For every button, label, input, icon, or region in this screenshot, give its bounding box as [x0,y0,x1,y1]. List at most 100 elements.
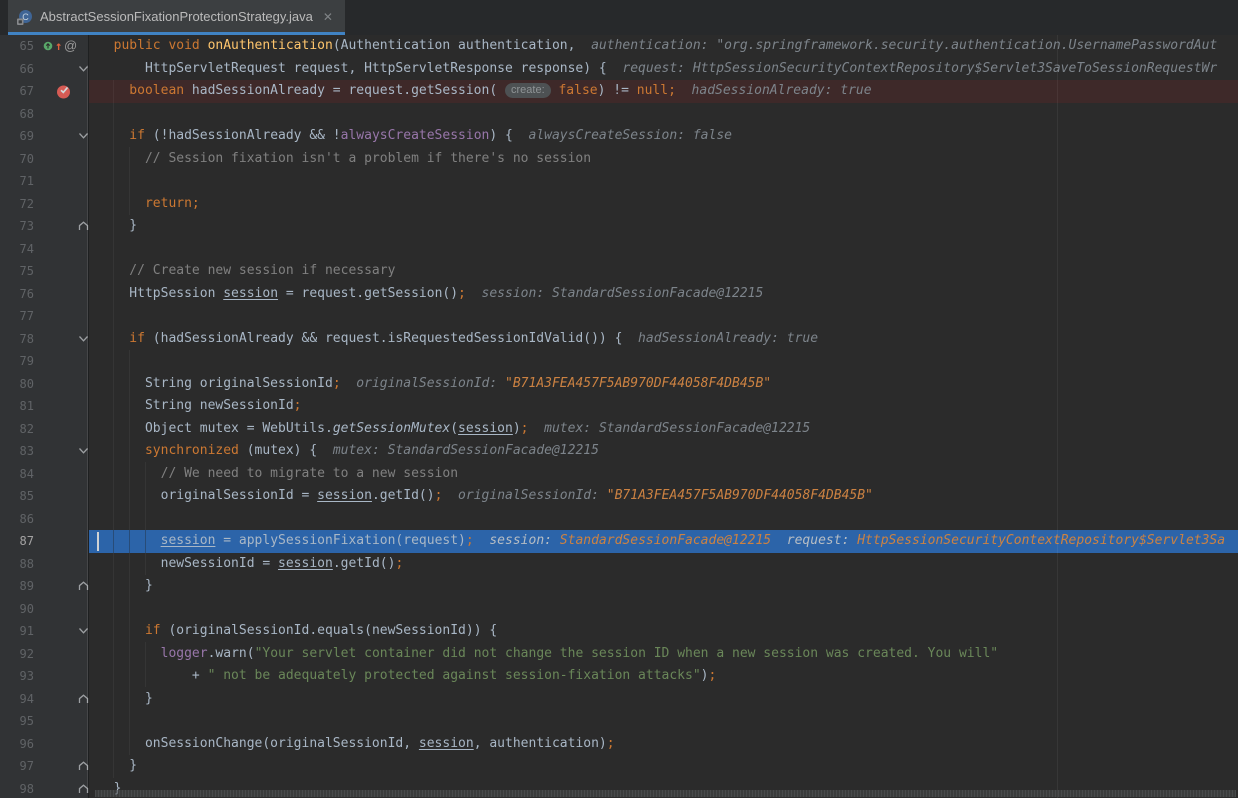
code-line[interactable]: 77 [0,305,1238,328]
code-token: (Authentication authentication, [333,38,576,53]
debug-inline-hint: hadSessionAlready: true [676,83,872,98]
code-text: boolean hadSessionAlready = request.getS… [98,80,872,103]
code-text: } [98,575,153,598]
code-line[interactable]: 82 Object mutex = WebUtils.getSessionMut… [0,418,1238,441]
code-line[interactable]: 83 synchronized (mutex) { mutex: Standar… [0,440,1238,463]
code-line[interactable]: 92 logger.warn("Your servlet container d… [0,643,1238,666]
code-line[interactable]: 84 // We need to migrate to a new sessio… [0,463,1238,486]
code-line[interactable]: 89 } [0,575,1238,598]
tab-abstract-session-fixation[interactable]: C AbstractSessionFixationProtectionStrat… [8,0,345,35]
code-line[interactable]: 80 String originalSessionId; originalSes… [0,373,1238,396]
code-line[interactable]: 68 [0,103,1238,126]
code-line[interactable]: 85 originalSessionId = session.getId(); … [0,485,1238,508]
code-line[interactable]: 75 // Create new session if necessary [0,260,1238,283]
fold-open-icon[interactable] [78,328,89,351]
code-line[interactable]: 88 newSessionId = session.getId(); [0,553,1238,576]
gutter: 72 [0,193,89,216]
debug-inline-hint: HttpSessionSecurityContextRepository$Ser… [857,533,1225,548]
code-token: (originalSessionId.equals(newSessionId))… [161,623,498,638]
code-line[interactable]: 78 if (hadSessionAlready && request.isRe… [0,328,1238,351]
code-line[interactable]: 96 onSessionChange(originalSessionId, se… [0,733,1238,756]
line-number: 71 [0,170,34,193]
horizontal-scrollbar[interactable] [95,790,1236,797]
line-number: 93 [0,665,34,688]
code-line[interactable]: 86 [0,508,1238,531]
fold-end-icon[interactable] [78,215,89,238]
fold-open-icon[interactable] [78,125,89,148]
code-token: = applySessionFixation(request) [215,533,465,548]
line-number: 79 [0,350,34,373]
code-line[interactable]: 72 return; [0,193,1238,216]
gutter: 65↑@ [0,35,89,58]
code-token: // Session fixation isn't a problem if t… [98,151,591,166]
code-token: getSessionMutex [333,421,450,436]
code-line[interactable]: 91 if (originalSessionId.equals(newSessi… [0,620,1238,643]
code-text: return; [98,193,200,216]
fold-end-icon[interactable] [78,778,89,798]
line-number: 77 [0,305,34,328]
override-arrow-icon[interactable]: ↑ [55,35,62,58]
code-token: .getId() [372,488,435,503]
code-line[interactable]: 79 [0,350,1238,373]
code-line[interactable]: 66 HttpServletRequest request, HttpServl… [0,58,1238,81]
code-line[interactable]: 65↑@ public void onAuthentication(Authen… [0,35,1238,58]
code-line[interactable]: 93 + " not be adequately protected again… [0,665,1238,688]
code-token: + [98,668,208,683]
code-text: onSessionChange(originalSessionId, sessi… [98,733,615,756]
line-number: 69 [0,125,34,148]
fold-end-icon[interactable] [78,688,89,711]
code-line[interactable]: 74 [0,238,1238,261]
fold-open-icon[interactable] [78,440,89,463]
line-number: 72 [0,193,34,216]
code-line[interactable]: 94 } [0,688,1238,711]
line-number: 96 [0,733,34,756]
code-token: String newSessionId [98,398,294,413]
overriding-method-icon[interactable] [43,35,53,58]
code-token: ) { [489,128,512,143]
close-icon[interactable]: ✕ [323,11,333,23]
code-line[interactable]: 67 boolean hadSessionAlready = request.g… [0,80,1238,103]
code-token: (mutex) { [239,443,317,458]
code-token: logger [161,646,208,661]
code-line[interactable]: 69 if (!hadSessionAlready && !alwaysCrea… [0,125,1238,148]
code-line[interactable]: 76 HttpSession session = request.getSess… [0,283,1238,306]
code-line[interactable]: 87 session = applySessionFixation(reques… [0,530,1238,553]
code-token: HttpServletRequest request, HttpServletR… [98,61,607,76]
fold-open-icon[interactable] [78,58,89,81]
code-token: session [223,286,278,301]
debug-inline-hint: session: [474,533,560,548]
breakpoint-icon[interactable] [56,80,71,103]
code-line[interactable]: 90 [0,598,1238,621]
code-line[interactable]: 73 } [0,215,1238,238]
code-line[interactable]: 95 [0,710,1238,733]
code-line[interactable]: 97 } [0,755,1238,778]
code-token: false [558,83,597,98]
code-text: synchronized (mutex) { mutex: StandardSe… [98,440,599,463]
line-number: 74 [0,238,34,261]
gutter: 69 [0,125,89,148]
code-text: HttpSession session = request.getSession… [98,283,763,306]
fold-end-icon[interactable] [78,575,89,598]
code-token: } [98,758,137,773]
line-number: 95 [0,710,34,733]
code-line[interactable]: 81 String newSessionId; [0,395,1238,418]
code-text: } [98,215,137,238]
code-token: = request.getSession() [278,286,458,301]
line-number: 82 [0,418,34,441]
fold-open-icon[interactable] [78,620,89,643]
code-text: if (originalSessionId.equals(newSessionI… [98,620,497,643]
annotation-icon[interactable]: @ [64,35,77,58]
code-token: HttpSession [98,286,223,301]
code-line[interactable]: 71 [0,170,1238,193]
code-text: // We need to migrate to a new session [98,463,458,486]
fold-end-icon[interactable] [78,755,89,778]
code-token: ) [513,421,521,436]
debug-inline-hint: alwaysCreateSession: false [513,128,732,143]
code-line[interactable]: 70 // Session fixation isn't a problem i… [0,148,1238,171]
line-number: 87 [0,530,34,553]
gutter: 67 [0,80,89,103]
line-number: 90 [0,598,34,621]
gutter: 94 [0,688,89,711]
line-number: 76 [0,283,34,306]
gutter: 75 [0,260,89,283]
